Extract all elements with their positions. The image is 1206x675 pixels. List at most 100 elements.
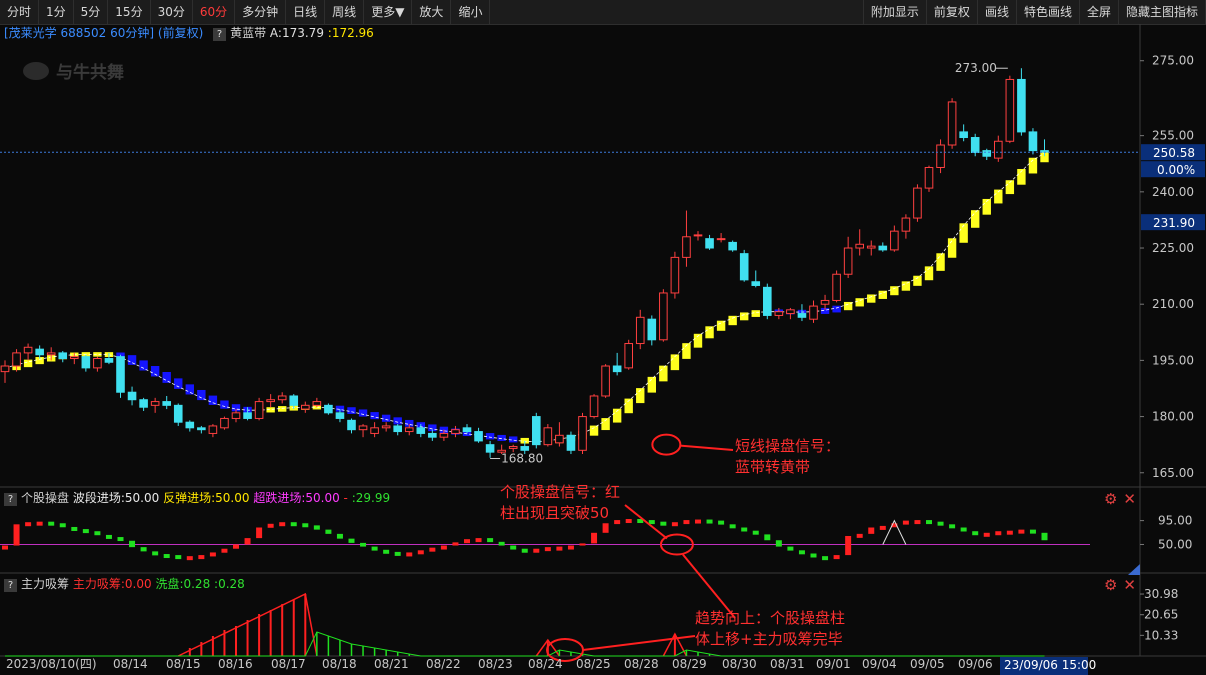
candle	[150, 397, 160, 413]
candle-body	[474, 431, 483, 442]
watermark-text: 与牛共舞	[56, 62, 124, 83]
candle	[624, 339, 634, 370]
sub1-bar	[602, 523, 609, 533]
candle-body	[1017, 78, 1026, 133]
candle-body	[913, 187, 922, 219]
band-segment	[150, 366, 160, 377]
sub1-bar	[129, 540, 136, 548]
candle-body	[381, 425, 391, 429]
price-badge-text: 250.58	[1153, 146, 1195, 160]
sub1-bar	[810, 553, 817, 558]
candle-body	[173, 404, 183, 423]
sub2-green-line	[5, 631, 1045, 657]
candle-body	[23, 346, 33, 354]
sub2-tick-0: 10.33	[1144, 628, 1178, 642]
candle-body	[370, 427, 379, 434]
sub1-bar	[452, 542, 459, 546]
candle	[254, 397, 264, 421]
band-value-badge-text: 231.90	[1153, 216, 1195, 230]
candle-body	[716, 238, 726, 241]
band-segment	[370, 412, 379, 420]
sub1-bar	[544, 547, 551, 552]
candle-body	[566, 434, 576, 451]
sub1-bar	[336, 533, 343, 539]
candle	[277, 392, 287, 404]
candle-body	[520, 446, 530, 451]
band-segment	[208, 395, 218, 405]
sub1-bar	[59, 523, 66, 528]
candle	[485, 440, 495, 458]
candle-body	[901, 217, 911, 232]
stock-chart[interactable]: 与牛共舞 165.00 180.00 195.00 210.00 225.00 240.00…	[0, 0, 1206, 675]
x-date-13: 08/31	[770, 657, 805, 671]
x-date-12: 08/30	[722, 657, 757, 671]
sub1-bar	[175, 555, 182, 560]
candle	[81, 354, 91, 372]
price-tick-4: 225.00	[1152, 241, 1194, 255]
sub1-bar	[949, 524, 956, 529]
sub1-bar	[764, 534, 771, 541]
sub1-bar	[798, 550, 805, 555]
price-tick-3: 210.00	[1152, 297, 1194, 311]
candle	[855, 229, 865, 256]
sub1-bar	[741, 527, 748, 532]
candle-body	[439, 432, 449, 438]
band-segment	[705, 326, 714, 339]
candle-body	[289, 395, 299, 406]
annotation-stock-signal: 个股操盘信号：红 柱出现且突破50	[500, 483, 621, 522]
candle	[555, 422, 564, 447]
candle-body	[739, 253, 749, 281]
candle	[347, 418, 356, 434]
sub1-bar	[348, 538, 355, 543]
band-segment	[127, 355, 137, 365]
sub1-bar	[279, 522, 286, 527]
candle-body	[936, 144, 945, 168]
candle-body	[428, 432, 437, 438]
candle-body	[150, 401, 160, 406]
candle-body	[12, 352, 21, 367]
band-segment	[174, 378, 183, 389]
candle-body	[127, 391, 137, 401]
candle	[462, 424, 472, 434]
sub1-bar	[695, 519, 701, 524]
candle-body	[116, 356, 125, 393]
candle	[635, 309, 645, 350]
band-segment	[855, 298, 864, 307]
candle	[647, 315, 657, 346]
candle-body	[0, 365, 10, 373]
x-date-16: 09/05	[910, 657, 945, 671]
candle	[93, 356, 102, 372]
candle-body	[1028, 131, 1038, 152]
sub2-tick-2: 30.98	[1144, 587, 1178, 601]
band-segment	[740, 312, 749, 321]
x-date-8: 08/24	[528, 657, 563, 671]
candle	[312, 397, 322, 408]
candle	[936, 139, 945, 174]
band-segment	[347, 407, 356, 414]
candle-body	[358, 425, 368, 431]
price-tick-6: 255.00	[1152, 129, 1194, 143]
candle	[543, 424, 553, 447]
sub1-bar	[36, 521, 43, 526]
band-segment	[162, 372, 171, 383]
band-segment	[947, 238, 957, 258]
candle-body	[301, 404, 310, 410]
band-segment	[647, 376, 656, 393]
candle-body	[208, 425, 218, 434]
candle-body	[832, 273, 841, 301]
candle-body	[866, 245, 876, 249]
sub1-bar	[983, 532, 990, 537]
x-date-7: 08/23	[478, 657, 513, 671]
sub1-bar	[879, 525, 886, 530]
band-segment	[901, 281, 911, 291]
candle	[266, 394, 275, 408]
candle-body	[197, 427, 206, 431]
band-segment	[971, 210, 980, 228]
sub1-bar	[290, 522, 297, 527]
candle-body	[970, 137, 980, 154]
candle-body	[994, 140, 1003, 159]
x-date-15: 09/04	[862, 657, 897, 671]
candle-body	[162, 401, 171, 406]
candle-body	[277, 395, 287, 401]
candle	[612, 352, 622, 376]
